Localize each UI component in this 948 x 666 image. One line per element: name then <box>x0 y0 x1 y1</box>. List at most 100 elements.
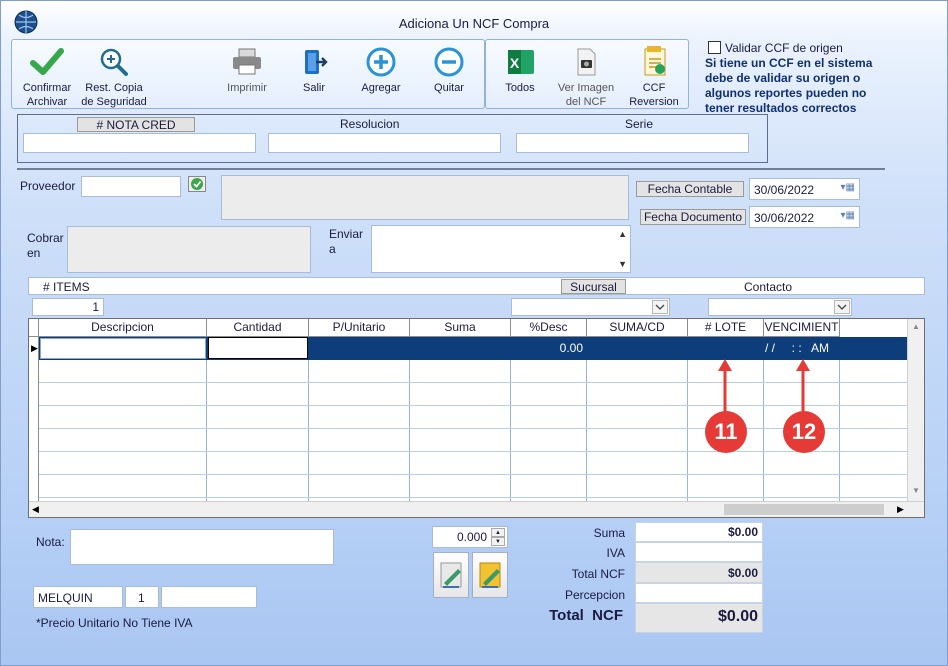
proveedor-input[interactable] <box>81 176 181 197</box>
svg-text:X: X <box>510 55 520 71</box>
items-label: # ITEMS <box>43 280 90 294</box>
fecha-contable-picker[interactable]: 30/06/2022 ▾▦ <box>749 178 860 200</box>
scroll-up-icon[interactable]: ▲ <box>912 322 920 331</box>
percepcion-label: Percepcion <box>564 588 625 602</box>
ver-imagen-button[interactable]: Ver Imagen del NCF <box>555 47 617 109</box>
grid-col-line <box>39 337 207 501</box>
ver-imagen-label: Ver Imagen del NCF <box>557 82 615 108</box>
user-field: MELQUIN <box>33 586 123 608</box>
grid-col-line <box>29 337 39 501</box>
arrow-up-annotation-icon <box>796 359 810 415</box>
col-descripcion[interactable]: Descripcion <box>39 319 207 337</box>
items-count-value: 1 <box>92 300 99 314</box>
resolucion-label: Resolucion <box>340 117 400 131</box>
resolucion-input[interactable] <box>268 133 501 153</box>
spinner-value: 0.000 <box>456 530 487 544</box>
edit-yellow-document-icon <box>479 562 501 588</box>
window-title: Adiciona Un NCF Compra <box>398 16 550 31</box>
agregar-button[interactable]: Agregar <box>357 47 405 95</box>
confirmar-archivar-button[interactable]: Confirmar Archivar <box>15 47 79 109</box>
validar-ccf-checkbox[interactable] <box>708 41 721 54</box>
col-cantidad[interactable]: Cantidad <box>207 319 309 337</box>
serie-input[interactable] <box>516 133 749 153</box>
cell-descripcion-input[interactable] <box>40 338 206 359</box>
title-bar: Adiciona Un NCF Compra <box>1 1 947 37</box>
enviar-a-label: Enviar a <box>329 227 364 256</box>
edit-highlight-button[interactable] <box>472 552 508 598</box>
spinner-up-icon[interactable]: ▲ <box>491 528 505 537</box>
grid-row-line <box>39 474 908 475</box>
total-ncf-label: Total NCF <box>571 567 625 581</box>
scroll-left-icon[interactable]: ◀ <box>32 504 39 515</box>
scroll-right-icon[interactable]: ▶ <box>897 504 904 515</box>
scroll-thumb[interactable] <box>724 504 884 515</box>
enviar-a-textarea[interactable]: ▲ ▼ <box>371 225 631 273</box>
col-suma-cd[interactable]: SUMA/CD <box>587 319 688 337</box>
value-spinner[interactable]: 0.000 ▲ ▼ <box>432 526 508 548</box>
col-desc-pct[interactable]: %Desc <box>511 319 587 337</box>
sucursal-dropdown[interactable] <box>511 298 670 316</box>
chevron-down-icon <box>652 300 668 314</box>
grid-row-line <box>39 405 908 406</box>
grid-row-line <box>39 451 908 452</box>
textarea-scroll-up-icon[interactable]: ▲ <box>618 229 627 239</box>
plus-circle-icon <box>366 47 396 77</box>
cell-desc-pct: 0.00 <box>559 341 583 355</box>
rest-copia-label: Rest. Copia de Seguridad <box>81 82 147 108</box>
sucursal-label: Sucursal <box>561 279 626 294</box>
col-suma[interactable]: Suma <box>410 319 511 337</box>
cobrar-en-label: Cobrar en <box>27 231 64 260</box>
edit-note-button[interactable] <box>433 552 469 598</box>
magnifier-plus-icon <box>100 48 128 76</box>
serie-label: Serie <box>625 117 654 131</box>
nota-label: Nota: <box>36 535 65 549</box>
suma-label: Suma <box>593 526 625 540</box>
ccf-reversion-button[interactable]: CCF Reversion <box>625 45 683 109</box>
quitar-button[interactable]: Quitar <box>427 47 471 95</box>
imprimir-label: Imprimir <box>227 82 267 94</box>
todos-button[interactable]: X Todos <box>495 47 545 95</box>
col-vencimiento[interactable]: VENCIMIENT <box>764 319 840 337</box>
grid-col-line <box>587 337 688 501</box>
scroll-down-icon[interactable]: ▼ <box>912 486 920 495</box>
textarea-scroll-down-icon[interactable]: ▼ <box>618 259 627 269</box>
fecha-documento-picker[interactable]: 30/06/2022 ▾▦ <box>749 206 860 228</box>
grid-row-line <box>39 497 908 498</box>
imprimir-button[interactable]: Imprimir <box>223 47 271 95</box>
cell-cantidad-input[interactable] <box>208 337 308 359</box>
proveedor-lookup-icon[interactable] <box>188 176 206 192</box>
grid-vertical-scrollbar[interactable]: ▲ ▼ <box>907 319 924 501</box>
grand-total-label: Total NCF <box>549 607 623 624</box>
app-window: Adiciona Un NCF Compra Confirmar Archiva… <box>0 0 948 666</box>
grid-col-line <box>511 337 587 501</box>
arrow-up-annotation-icon <box>718 359 732 415</box>
footnote: *Precio Unitario No Tiene IVA <box>36 616 193 630</box>
col-lote[interactable]: # LOTE <box>688 319 764 337</box>
nota-cred-input[interactable] <box>23 133 256 153</box>
edit-document-icon <box>440 562 462 588</box>
grid-horizontal-scrollbar[interactable]: ◀ ▶ <box>29 501 924 517</box>
calendar-icon: ▾▦ <box>840 182 855 193</box>
col-p-unitario[interactable]: P/Unitario <box>309 319 410 337</box>
user-name: MELQUIN <box>38 591 93 605</box>
nota-input[interactable] <box>70 529 334 565</box>
fecha-contable-label: Fecha Contable <box>636 181 744 197</box>
calendar-icon: ▾▦ <box>840 210 855 221</box>
total-ncf-value: $0.00 <box>635 562 763 583</box>
contacto-dropdown[interactable] <box>708 298 852 316</box>
printer-icon <box>233 48 261 75</box>
spinner-down-icon[interactable]: ▼ <box>491 537 505 546</box>
user-number-field: 1 <box>125 586 159 608</box>
cobrar-en-box <box>67 226 311 273</box>
user-number: 1 <box>138 591 145 605</box>
camera-document-icon <box>577 48 596 76</box>
grid-row-header-corner <box>29 319 39 337</box>
divider <box>17 168 885 170</box>
rest-copia-button[interactable]: Rest. Copia de Seguridad <box>79 47 149 109</box>
minus-circle-icon <box>434 47 464 77</box>
chevron-down-icon <box>834 300 850 314</box>
ccf-reversion-label: CCF Reversion <box>629 82 679 108</box>
annotation-marker-11: 11 <box>705 411 747 453</box>
salir-button[interactable]: Salir <box>293 47 335 95</box>
suma-value: $0.00 <box>635 522 763 542</box>
